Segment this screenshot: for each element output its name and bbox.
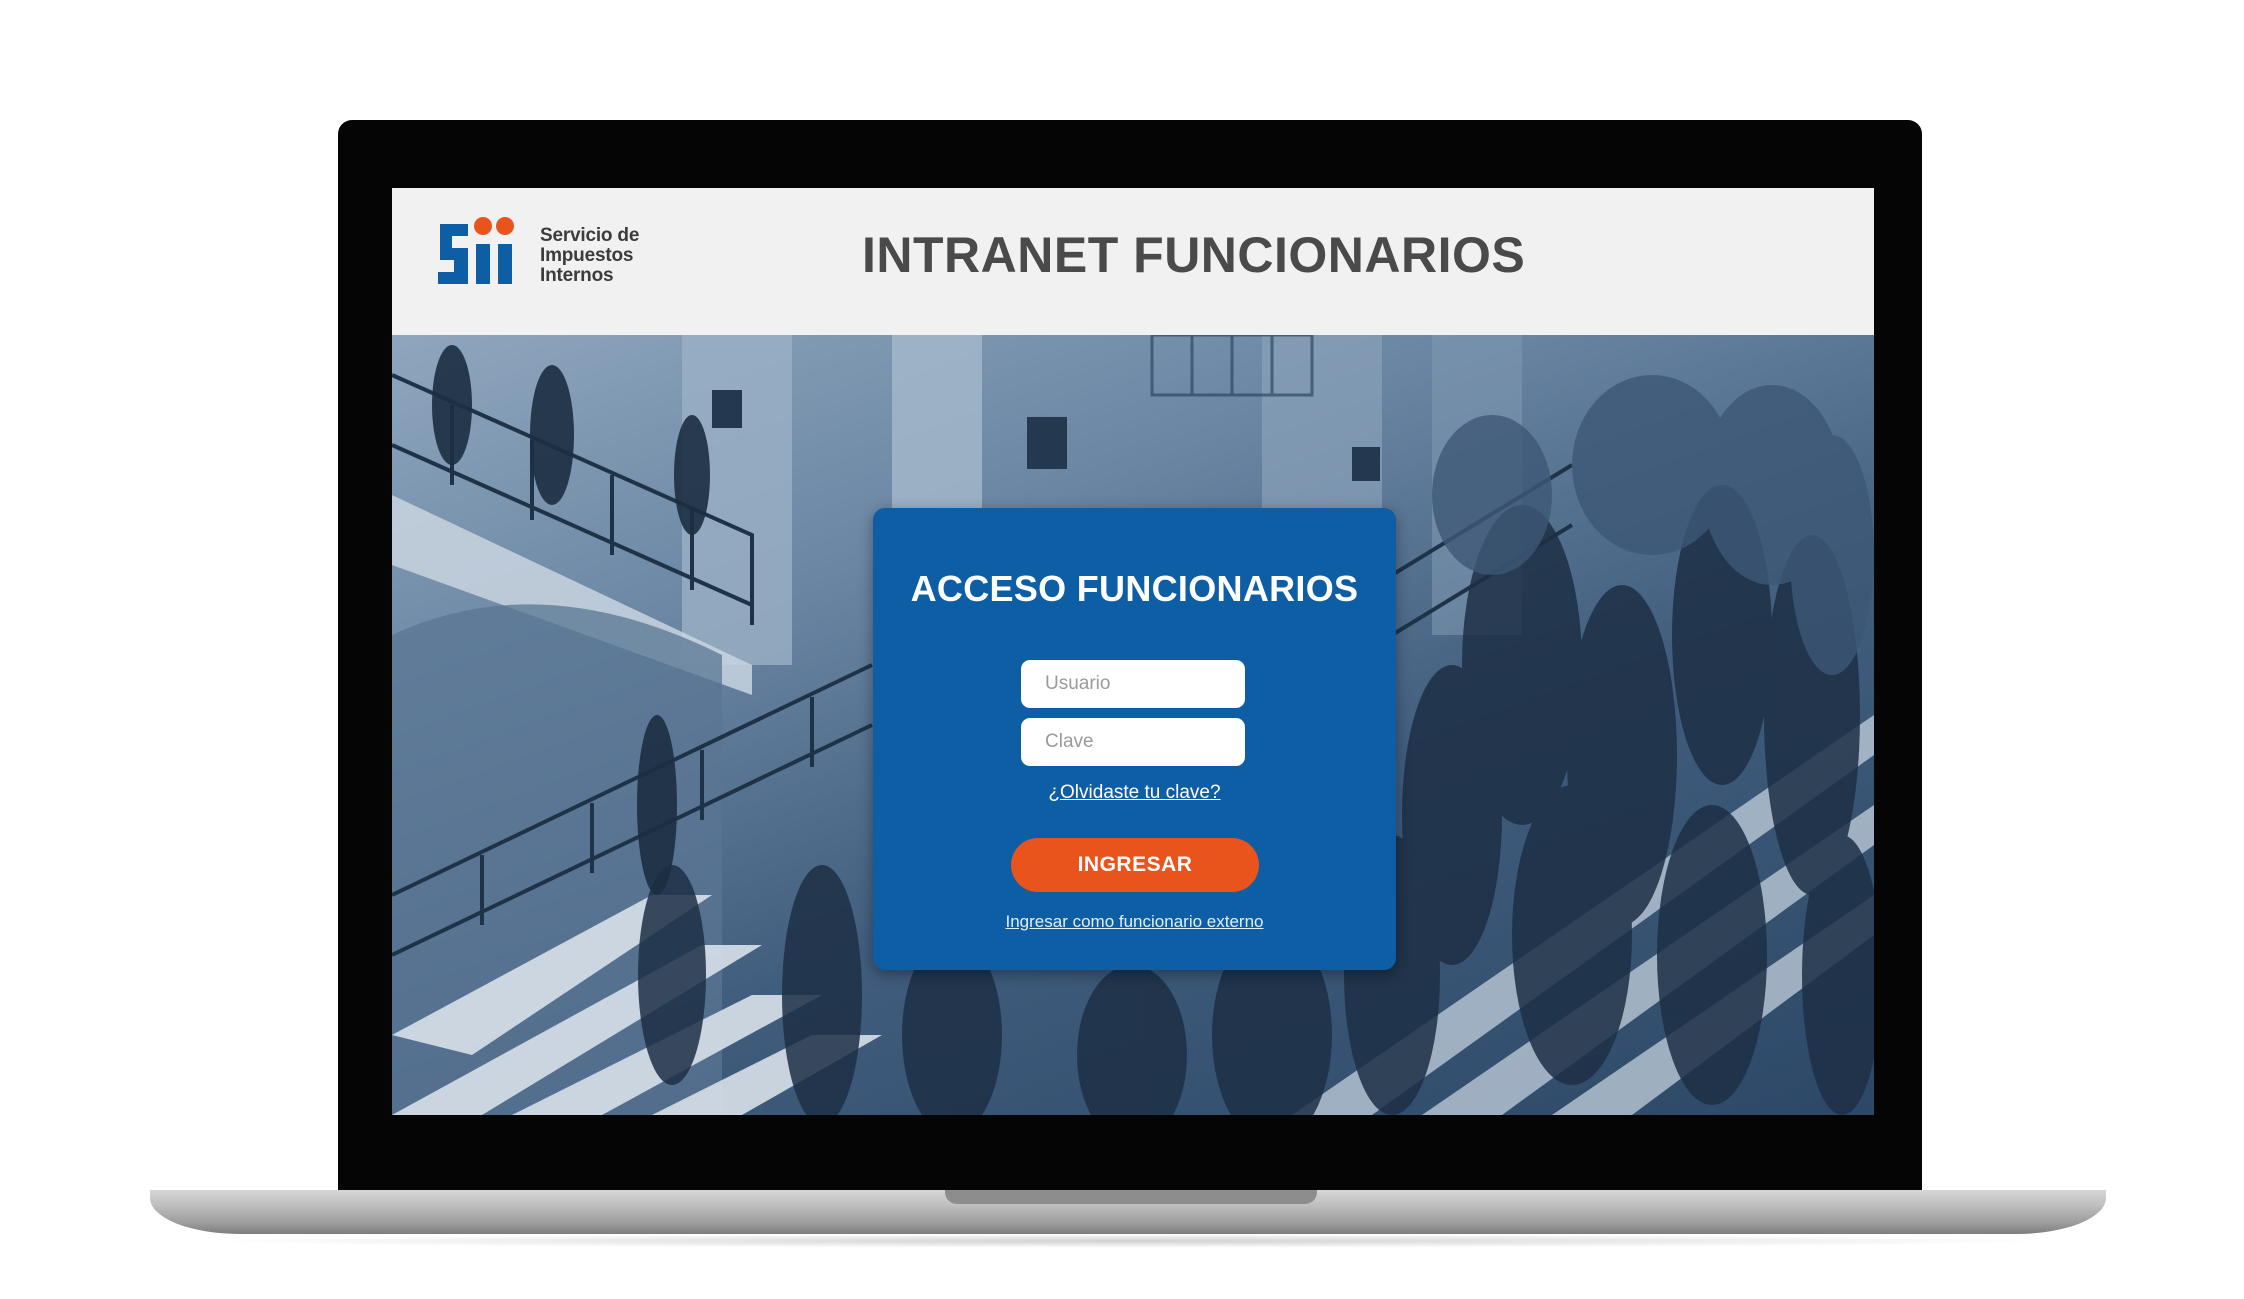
logo-text-line: Internos (540, 265, 614, 286)
logo-wordmark: Servicio de Impuestos Internos (540, 226, 670, 286)
laptop-hinge-notch (945, 1190, 1317, 1204)
logo-text-line: Servicio de (540, 225, 640, 246)
laptop-shadow (190, 1234, 2066, 1248)
forgot-password-link[interactable]: ¿Olvidaste tu clave? (873, 782, 1396, 804)
external-login-link[interactable]: Ingresar como funcionario externo (873, 912, 1396, 932)
sii-logo-icon (438, 217, 514, 284)
login-card: ACCESO FUNCIONARIOS ¿Olvidaste tu clave?… (873, 508, 1396, 970)
page-title: INTRANET FUNCIONARIOS (862, 227, 1526, 283)
sii-logo[interactable]: Servicio de Impuestos Internos (432, 210, 662, 300)
logo-text-line: Impuestos (540, 245, 634, 266)
login-title: ACCESO FUNCIONARIOS (910, 568, 1359, 609)
site-header: Servicio de Impuestos Internos INTRANET … (392, 188, 1874, 335)
hero-background-photo: ACCESO FUNCIONARIOS ¿Olvidaste tu clave?… (392, 335, 1874, 1115)
login-submit-button[interactable]: INGRESAR (1011, 838, 1259, 892)
password-input[interactable] (1021, 718, 1245, 766)
username-input[interactable] (1021, 660, 1245, 708)
screen: Servicio de Impuestos Internos INTRANET … (392, 188, 1874, 1115)
